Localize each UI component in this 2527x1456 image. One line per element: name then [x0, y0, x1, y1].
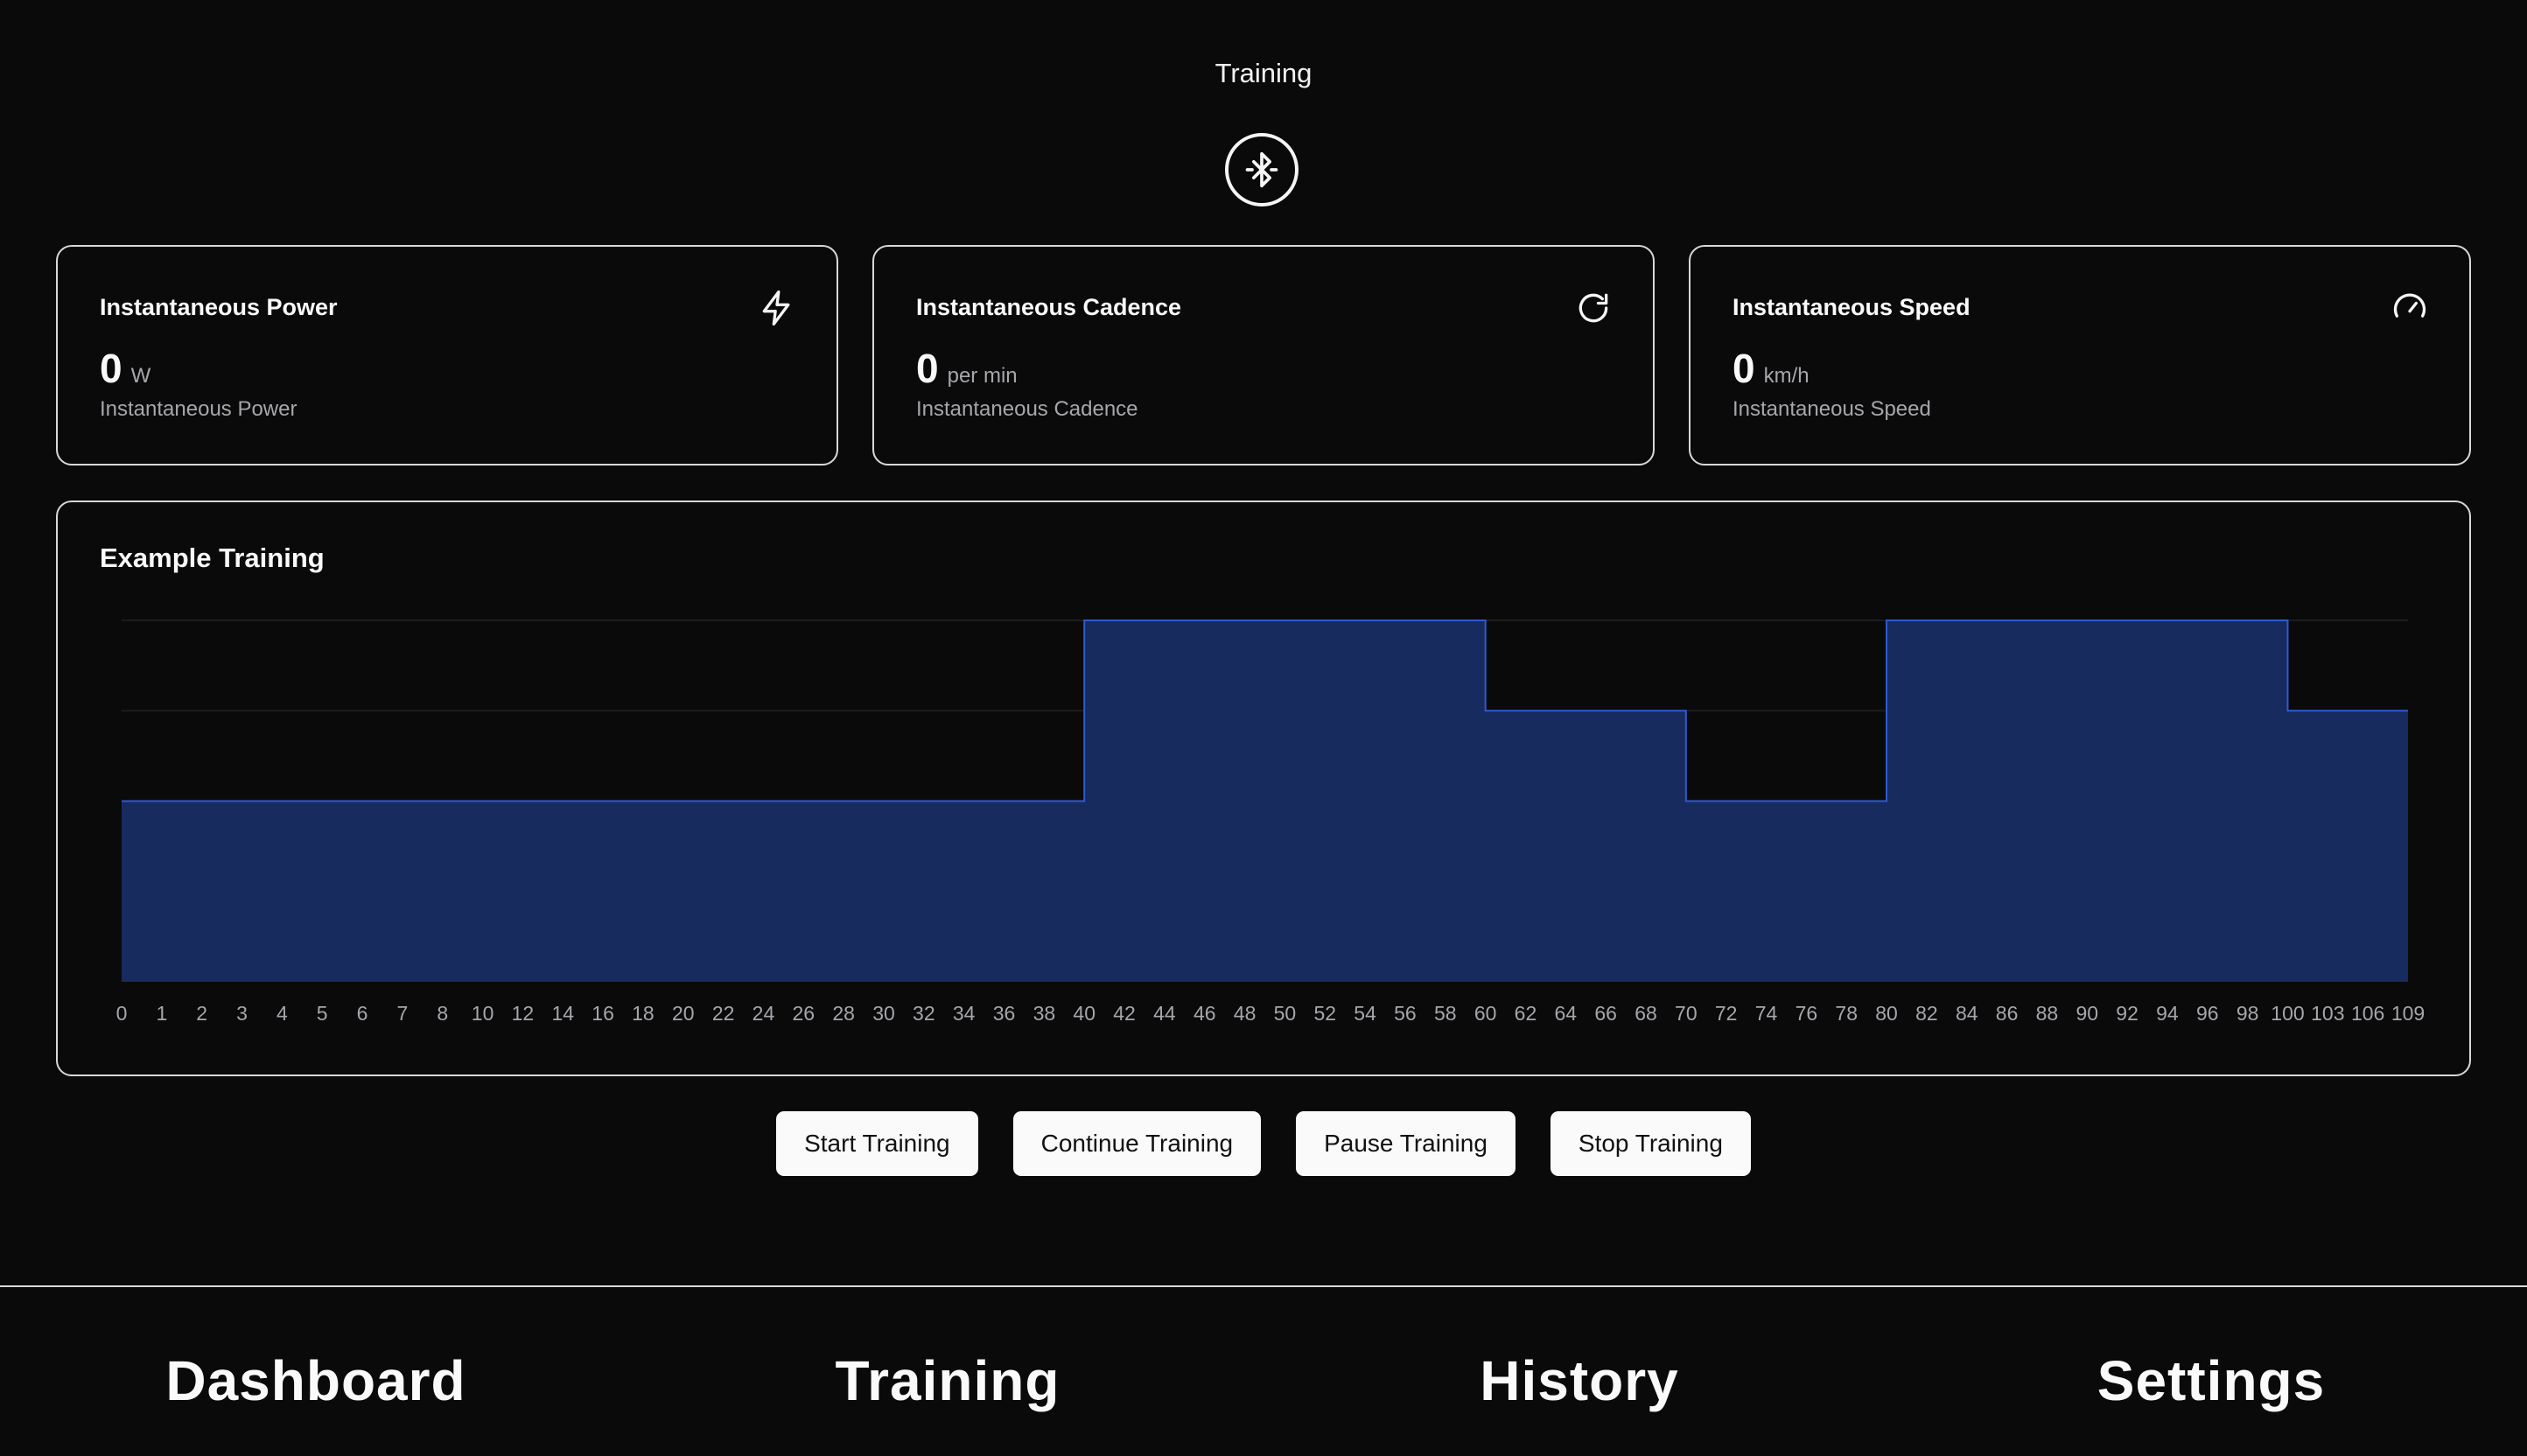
chart-segment-1 [1084, 620, 1485, 982]
lightning-icon [762, 290, 790, 326]
x-tick-label: 88 [2036, 1002, 2059, 1025]
x-tick-label: 7 [396, 1002, 408, 1025]
x-tick-label: 96 [2196, 1002, 2219, 1025]
x-tick-label: 94 [2156, 1002, 2179, 1025]
cadence-card-title: Instantaneous Cadence [916, 294, 1182, 320]
x-tick-label: 106 [2351, 1002, 2384, 1025]
x-tick-label: 48 [1234, 1002, 1256, 1025]
stop-training-button[interactable]: Stop Training [1550, 1111, 1751, 1176]
x-tick-label: 20 [672, 1002, 695, 1025]
x-tick-label: 64 [1555, 1002, 1578, 1025]
x-tick-label: 5 [317, 1002, 328, 1025]
x-tick-label: 70 [1675, 1002, 1698, 1025]
power-subtitle: Instantaneous Power [100, 397, 298, 421]
cadence-value: 0 [916, 346, 939, 391]
chart-segment-2 [1486, 710, 1686, 982]
x-tick-label: 84 [1956, 1002, 1978, 1025]
x-tick-label: 46 [1194, 1002, 1216, 1025]
power-value: 0 [100, 346, 122, 391]
x-tick-label: 100 [2271, 1002, 2304, 1025]
x-tick-label: 18 [632, 1002, 654, 1025]
speed-subtitle: Instantaneous Speed [1732, 397, 1931, 421]
chart-segment-3 [1686, 802, 1886, 983]
power-card-title: Instantaneous Power [100, 294, 338, 320]
x-tick-label: 6 [357, 1002, 368, 1025]
x-tick-label: 10 [472, 1002, 494, 1025]
x-tick-label: 1 [156, 1002, 167, 1025]
chart-segment-0 [122, 802, 1084, 983]
x-tick-label: 44 [1153, 1002, 1176, 1025]
training-chart-card: Example Training 0 1 2 3 4 5 6 7 8 10 12 14 16 18 20 22… [56, 500, 2471, 1076]
x-tick-label: 40 [1073, 1002, 1096, 1025]
x-tick-label: 72 [1715, 1002, 1738, 1025]
x-tick-label: 92 [2116, 1002, 2138, 1025]
chart-segment-5 [2287, 710, 2408, 982]
x-tick-label: 24 [752, 1002, 775, 1025]
x-tick-label: 38 [1033, 1002, 1056, 1025]
nav-training[interactable]: Training [632, 1348, 1264, 1413]
gauge-icon [2393, 293, 2426, 318]
bottom-nav: Dashboard Training History Settings [0, 1285, 2527, 1456]
x-tick-label: 109 [2391, 1002, 2425, 1025]
x-tick-label: 78 [1835, 1002, 1858, 1025]
pause-training-button[interactable]: Pause Training [1296, 1111, 1516, 1176]
bluetooth-connect-button[interactable] [1225, 133, 1298, 206]
cadence-unit: per min [947, 364, 1018, 388]
x-tick-label: 86 [1996, 1002, 2019, 1025]
chart-segment-4 [1886, 620, 2287, 982]
x-tick-label: 58 [1434, 1002, 1457, 1025]
x-tick-label: 56 [1394, 1002, 1417, 1025]
power-unit: W [130, 364, 151, 388]
x-tick-label: 4 [276, 1002, 288, 1025]
x-tick-label: 30 [872, 1002, 895, 1025]
x-tick-label: 74 [1755, 1002, 1778, 1025]
cadence-subtitle: Instantaneous Cadence [916, 397, 1138, 421]
x-tick-label: 80 [1875, 1002, 1898, 1025]
x-tick-label: 0 [116, 1002, 128, 1025]
x-tick-label: 42 [1113, 1002, 1136, 1025]
start-training-button[interactable]: Start Training [776, 1111, 978, 1176]
x-tick-label: 103 [2311, 1002, 2344, 1025]
training-controls: Start Training Continue Training Pause T… [0, 1111, 2527, 1176]
nav-dashboard[interactable]: Dashboard [0, 1348, 632, 1413]
x-tick-label: 26 [793, 1002, 816, 1025]
x-tick-label: 36 [993, 1002, 1016, 1025]
x-tick-label: 28 [832, 1002, 855, 1025]
x-tick-label: 3 [236, 1002, 248, 1025]
x-tick-label: 66 [1594, 1002, 1617, 1025]
x-tick-label: 60 [1474, 1002, 1497, 1025]
x-tick-label: 2 [196, 1002, 207, 1025]
training-chart: 0 1 2 3 4 5 6 7 8 10 12 14 16 18 20 22 24 26 28 30 32 34 36 38 4… [116, 620, 2425, 1025]
power-card: Instantaneous Power 0 W Instantaneous Po… [56, 245, 838, 466]
x-tick-label: 54 [1354, 1002, 1376, 1025]
x-tick-label: 14 [551, 1002, 574, 1025]
speed-unit: km/h [1763, 364, 1810, 388]
refresh-icon [1578, 293, 1608, 323]
x-tick-label: 82 [1915, 1002, 1938, 1025]
bluetooth-icon [1245, 151, 1278, 188]
speed-card-title: Instantaneous Speed [1732, 294, 1970, 320]
x-tick-label: 50 [1274, 1002, 1297, 1025]
speed-card: Instantaneous Speed 0 km/h Instantaneous… [1689, 245, 2471, 466]
x-tick-label: 32 [913, 1002, 935, 1025]
x-tick-label: 22 [712, 1002, 735, 1025]
page-title: Training [1214, 58, 1312, 88]
x-tick-label: 90 [2076, 1002, 2098, 1025]
x-tick-label: 12 [512, 1002, 535, 1025]
x-tick-label: 8 [437, 1002, 448, 1025]
x-tick-label: 68 [1634, 1002, 1657, 1025]
x-tick-label: 76 [1796, 1002, 1818, 1025]
cadence-card: Instantaneous Cadence 0 per min Instanta… [872, 245, 1655, 466]
nav-history[interactable]: History [1264, 1348, 1895, 1413]
x-tick-label: 34 [953, 1002, 976, 1025]
x-tick-label: 62 [1515, 1002, 1537, 1025]
x-tick-label: 16 [592, 1002, 614, 1025]
nav-settings[interactable]: Settings [1895, 1348, 2527, 1413]
x-tick-label: 98 [2236, 1002, 2259, 1025]
x-tick-label: 52 [1313, 1002, 1336, 1025]
speed-value: 0 [1732, 346, 1755, 391]
continue-training-button[interactable]: Continue Training [1012, 1111, 1262, 1176]
